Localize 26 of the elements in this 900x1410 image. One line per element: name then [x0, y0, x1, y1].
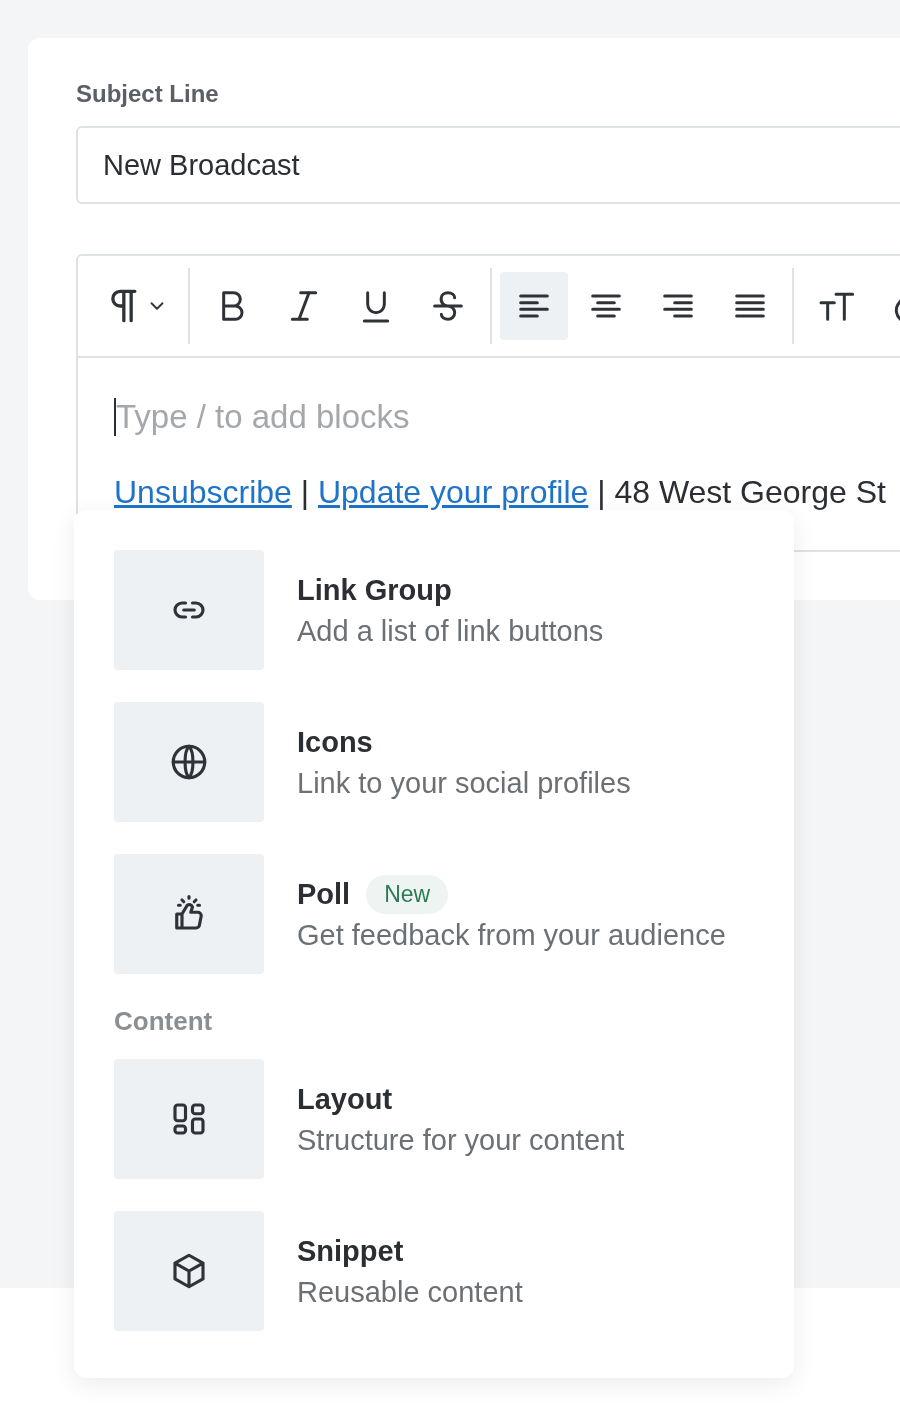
- footer-link[interactable]: Unsubscribe: [114, 474, 292, 510]
- subject-input[interactable]: New Broadcast: [76, 126, 900, 204]
- editor-text-area[interactable]: Type / to add blocks Unsubscribe | Update your profile | 48 West George St: [78, 358, 900, 550]
- new-badge: New: [366, 875, 449, 914]
- item-description: Structure for your content: [297, 1123, 625, 1157]
- item-description: Reusable content: [297, 1275, 523, 1309]
- field-label: Subject Line: [76, 80, 219, 108]
- menu-item[interactable]: Snippet Reusable content: [114, 1211, 754, 1331]
- footer-link[interactable]: Update your profile: [317, 474, 589, 510]
- item-title: Snippet: [297, 1235, 404, 1268]
- item-description: Add a list of link buttons: [297, 614, 604, 648]
- menu-item[interactable]: Poll New Get feedback from your audience: [114, 854, 754, 974]
- item-description: Link to your social profiles: [297, 766, 631, 800]
- menu-item[interactable]: Link Group Add a list of link buttons: [114, 550, 754, 670]
- item-title: Link Group: [297, 574, 452, 607]
- menu-item[interactable]: Icons Link to your social profiles: [114, 702, 754, 822]
- align-left-button[interactable]: [500, 272, 568, 340]
- item-title: Icons: [297, 726, 373, 759]
- footer-text: Unsubscribe | Update your profile | 48 West George St: [114, 474, 887, 511]
- item-title: Layout: [297, 1083, 393, 1116]
- editor-placeholder: Type / to add blocks: [116, 398, 410, 436]
- menu-item[interactable]: Layout Structure for your content: [114, 1059, 754, 1179]
- text-cursor: [114, 398, 116, 436]
- section-heading: Content: [114, 1006, 213, 1036]
- item-description: Get feedback from your audience: [297, 918, 726, 952]
- item-title: Poll: [297, 878, 351, 911]
